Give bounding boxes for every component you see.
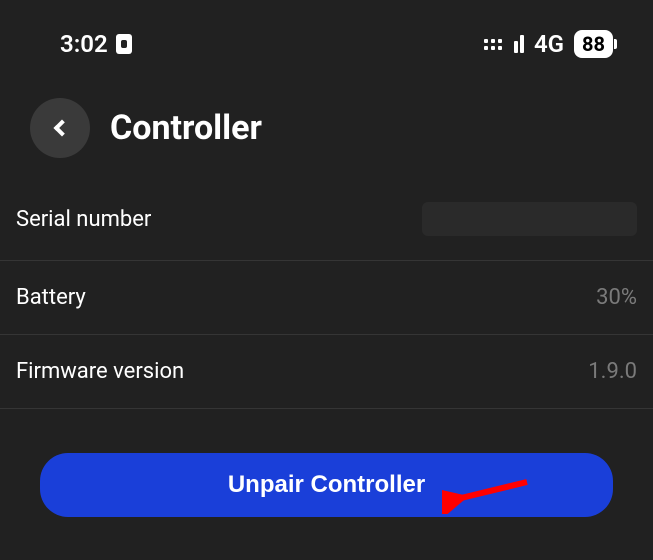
status-bar: 3:02 4G 88 (0, 0, 653, 78)
row-label: Firmware version (16, 359, 184, 384)
row-value: 1.9.0 (588, 359, 637, 384)
row-firmware-version[interactable]: Firmware version 1.9.0 (0, 335, 653, 409)
row-label: Battery (16, 285, 86, 310)
back-button[interactable] (30, 98, 90, 158)
page-title: Controller (110, 108, 262, 148)
chevron-left-icon (54, 120, 71, 137)
signal-icon (514, 35, 524, 53)
row-serial-number[interactable]: Serial number (0, 178, 653, 261)
page-header: Controller (0, 78, 653, 178)
row-label: Serial number (16, 207, 151, 232)
dots-icon (484, 39, 502, 50)
sim-icon (116, 34, 132, 54)
row-value: 30% (596, 285, 637, 310)
status-right: 4G 88 (484, 30, 613, 58)
battery-badge: 88 (574, 30, 613, 58)
status-time: 3:02 (60, 30, 108, 58)
status-left: 3:02 (60, 30, 132, 58)
serial-value-redacted (422, 202, 637, 236)
row-battery[interactable]: Battery 30% (0, 261, 653, 335)
unpair-controller-button[interactable]: Unpair Controller (40, 453, 613, 517)
network-label: 4G (534, 30, 564, 58)
